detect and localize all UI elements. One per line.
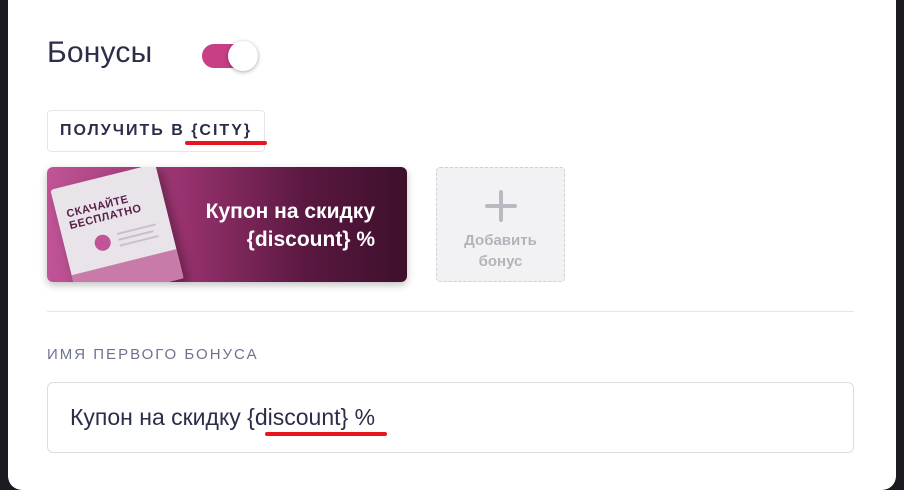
add-bonus-button[interactable]: Добавить бонус [436,167,565,282]
bonuses-panel: Бонусы ПОЛУЧИТЬ В {CITY} СКАЧАЙТЕ БЕСПЛА… [8,0,896,490]
download-icon [92,233,113,253]
plus-icon [485,190,517,222]
add-bonus-label: Добавить бонус [437,230,564,272]
add-bonus-label-line1: Добавить [464,232,537,249]
input-text-suffix: % [348,404,376,430]
bonus-card-line1: Купон на скидку [205,200,375,223]
input-text-prefix: Купон на скидку [70,404,248,430]
divider [47,311,854,312]
bonuses-toggle[interactable] [202,41,262,71]
bonus-card-coupon[interactable]: СКАЧАЙТЕ БЕСПЛАТНО Купон на скидку {disc… [47,167,407,282]
tag-variable-underline [185,141,267,145]
section-title: Бонусы [47,36,153,69]
toggle-knob [228,41,258,71]
input-variable-underline [265,432,387,436]
bonus-card-line2: {discount} % [246,228,375,251]
tag-prefix: ПОЛУЧИТЬ В [60,122,192,139]
booklet-image: СКАЧАЙТЕ БЕСПЛАТНО [50,167,184,282]
get-in-city-tag[interactable]: ПОЛУЧИТЬ В {CITY} [47,110,266,152]
tag-variable: {CITY} [191,122,253,139]
bonus-card-text: Купон на скидку {discount} % [185,198,375,254]
first-bonus-name-input[interactable]: Купон на скидку {discount} % [47,382,854,453]
input-text-variable: {discount} [247,404,349,430]
booklet-footer [71,249,184,282]
first-bonus-name-label: ИМЯ ПЕРВОГО БОНУСА [47,346,259,363]
booklet-title: СКАЧАЙТЕ БЕСПЛАТНО [65,193,143,233]
add-bonus-label-line2: бонус [478,253,523,270]
